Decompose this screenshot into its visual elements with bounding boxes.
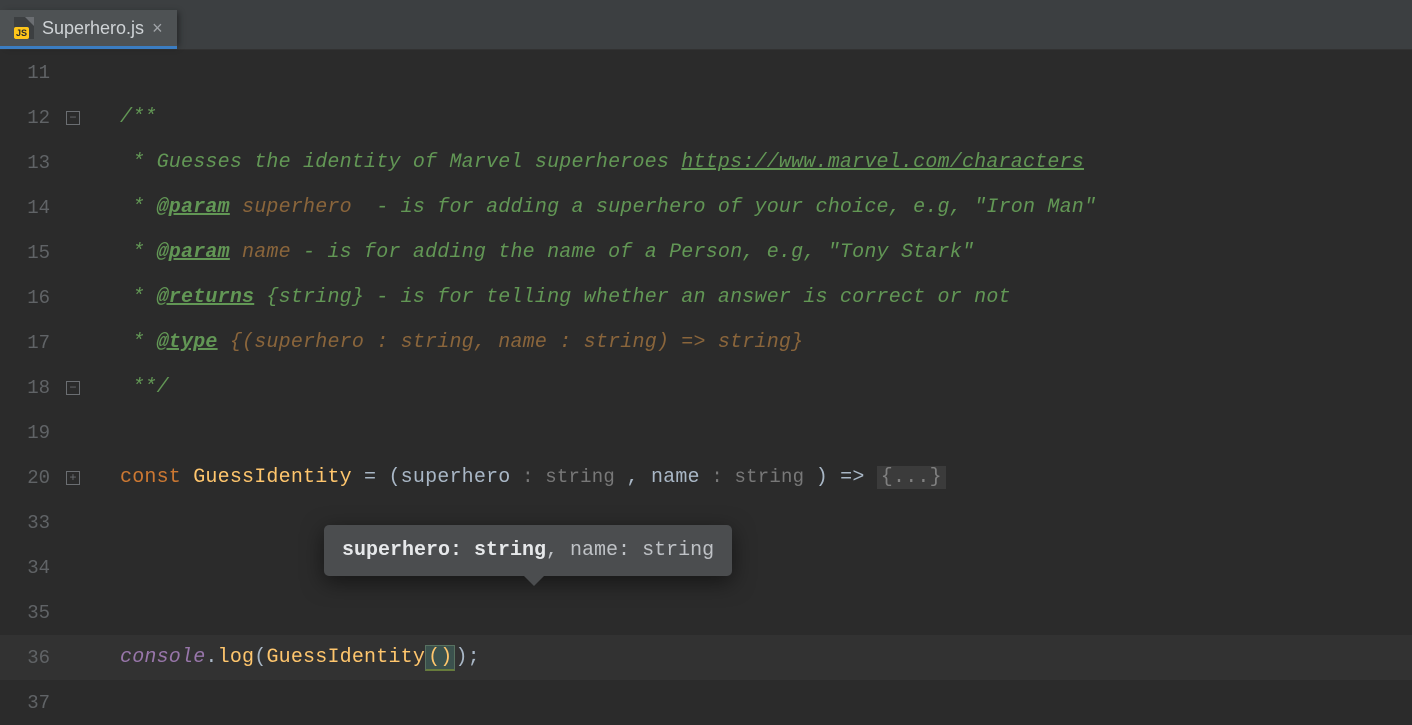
doc-desc-pre: * Guesses the identity of Marvel superhe… <box>120 151 681 174</box>
gutter-line[interactable]: 36 <box>0 647 66 669</box>
doc-param2-desc: - is for adding the name of a Person, e.… <box>291 241 974 264</box>
doc-param2-name: name <box>242 241 291 264</box>
type-hint: : string <box>511 466 627 488</box>
doc-tag-param2: @param <box>157 241 230 264</box>
doc-param1-desc: - is for adding a superhero of your choi… <box>352 196 1096 219</box>
gutter-line[interactable]: 20 <box>0 467 66 489</box>
fold-gutter[interactable]: + <box>66 471 102 485</box>
close-icon[interactable]: × <box>152 18 163 39</box>
call-method: log <box>218 646 255 669</box>
kw-const: const <box>120 466 193 489</box>
code-editor[interactable]: 11 12 − /** 13 * Guesses the identity of… <box>0 50 1412 692</box>
fold-collapse-icon[interactable]: − <box>66 111 80 125</box>
tab-file[interactable]: JS Superhero.js × <box>0 10 177 49</box>
doc-open: /** <box>120 106 157 129</box>
gutter-line[interactable]: 19 <box>0 422 66 444</box>
fold-gutter[interactable]: − <box>66 111 102 125</box>
doc-close: **/ <box>120 376 169 399</box>
js-file-icon: JS <box>14 17 34 39</box>
gutter-line[interactable]: 33 <box>0 512 66 534</box>
decl-param-name: name <box>651 466 700 489</box>
parameter-info-tooltip: superhero: string, name: string <box>324 525 732 576</box>
call-fn-name: GuessIdentity <box>266 646 425 669</box>
folded-body[interactable]: {...} <box>877 466 946 489</box>
gutter-line[interactable]: 18 <box>0 377 66 399</box>
fold-gutter[interactable]: − <box>66 381 102 395</box>
doc-tag-param1: @param <box>157 196 230 219</box>
type-hint: : string <box>700 466 816 488</box>
gutter-line[interactable]: 12 <box>0 107 66 129</box>
call-object: console <box>120 646 205 669</box>
tab-bar: JS Superhero.js × <box>0 10 1412 50</box>
gutter-line[interactable]: 37 <box>0 692 66 714</box>
gutter-line[interactable]: 34 <box>0 557 66 579</box>
decl-param-superhero: superhero <box>401 466 511 489</box>
doc-returns-desc: {string} - is for telling whether an ans… <box>254 286 1011 309</box>
doc-tag-type: @type <box>157 331 218 354</box>
tab-label: Superhero.js <box>42 18 144 39</box>
gutter-line[interactable]: 17 <box>0 332 66 354</box>
gutter-line[interactable]: 16 <box>0 287 66 309</box>
fold-collapse-icon[interactable]: − <box>66 381 80 395</box>
gutter-line[interactable]: 14 <box>0 197 66 219</box>
doc-link[interactable]: https://www.marvel.com/characters <box>681 151 1084 174</box>
gutter-line[interactable]: 15 <box>0 242 66 264</box>
decl-fn-name: GuessIdentity <box>193 466 352 489</box>
doc-param1-name: superhero <box>242 196 352 219</box>
tooltip-current-param: superhero: string <box>342 539 546 562</box>
gutter-line[interactable]: 11 <box>0 62 66 84</box>
gutter-line[interactable]: 13 <box>0 152 66 174</box>
tooltip-rest: , name: string <box>546 539 714 562</box>
doc-tag-returns: @returns <box>157 286 255 309</box>
cursor-caret[interactable]: () <box>425 645 455 671</box>
fold-expand-icon[interactable]: + <box>66 471 80 485</box>
doc-type-desc: {(superhero : string, name : string) => … <box>218 331 804 354</box>
window-titlebar <box>0 0 1412 10</box>
gutter-line[interactable]: 35 <box>0 602 66 624</box>
